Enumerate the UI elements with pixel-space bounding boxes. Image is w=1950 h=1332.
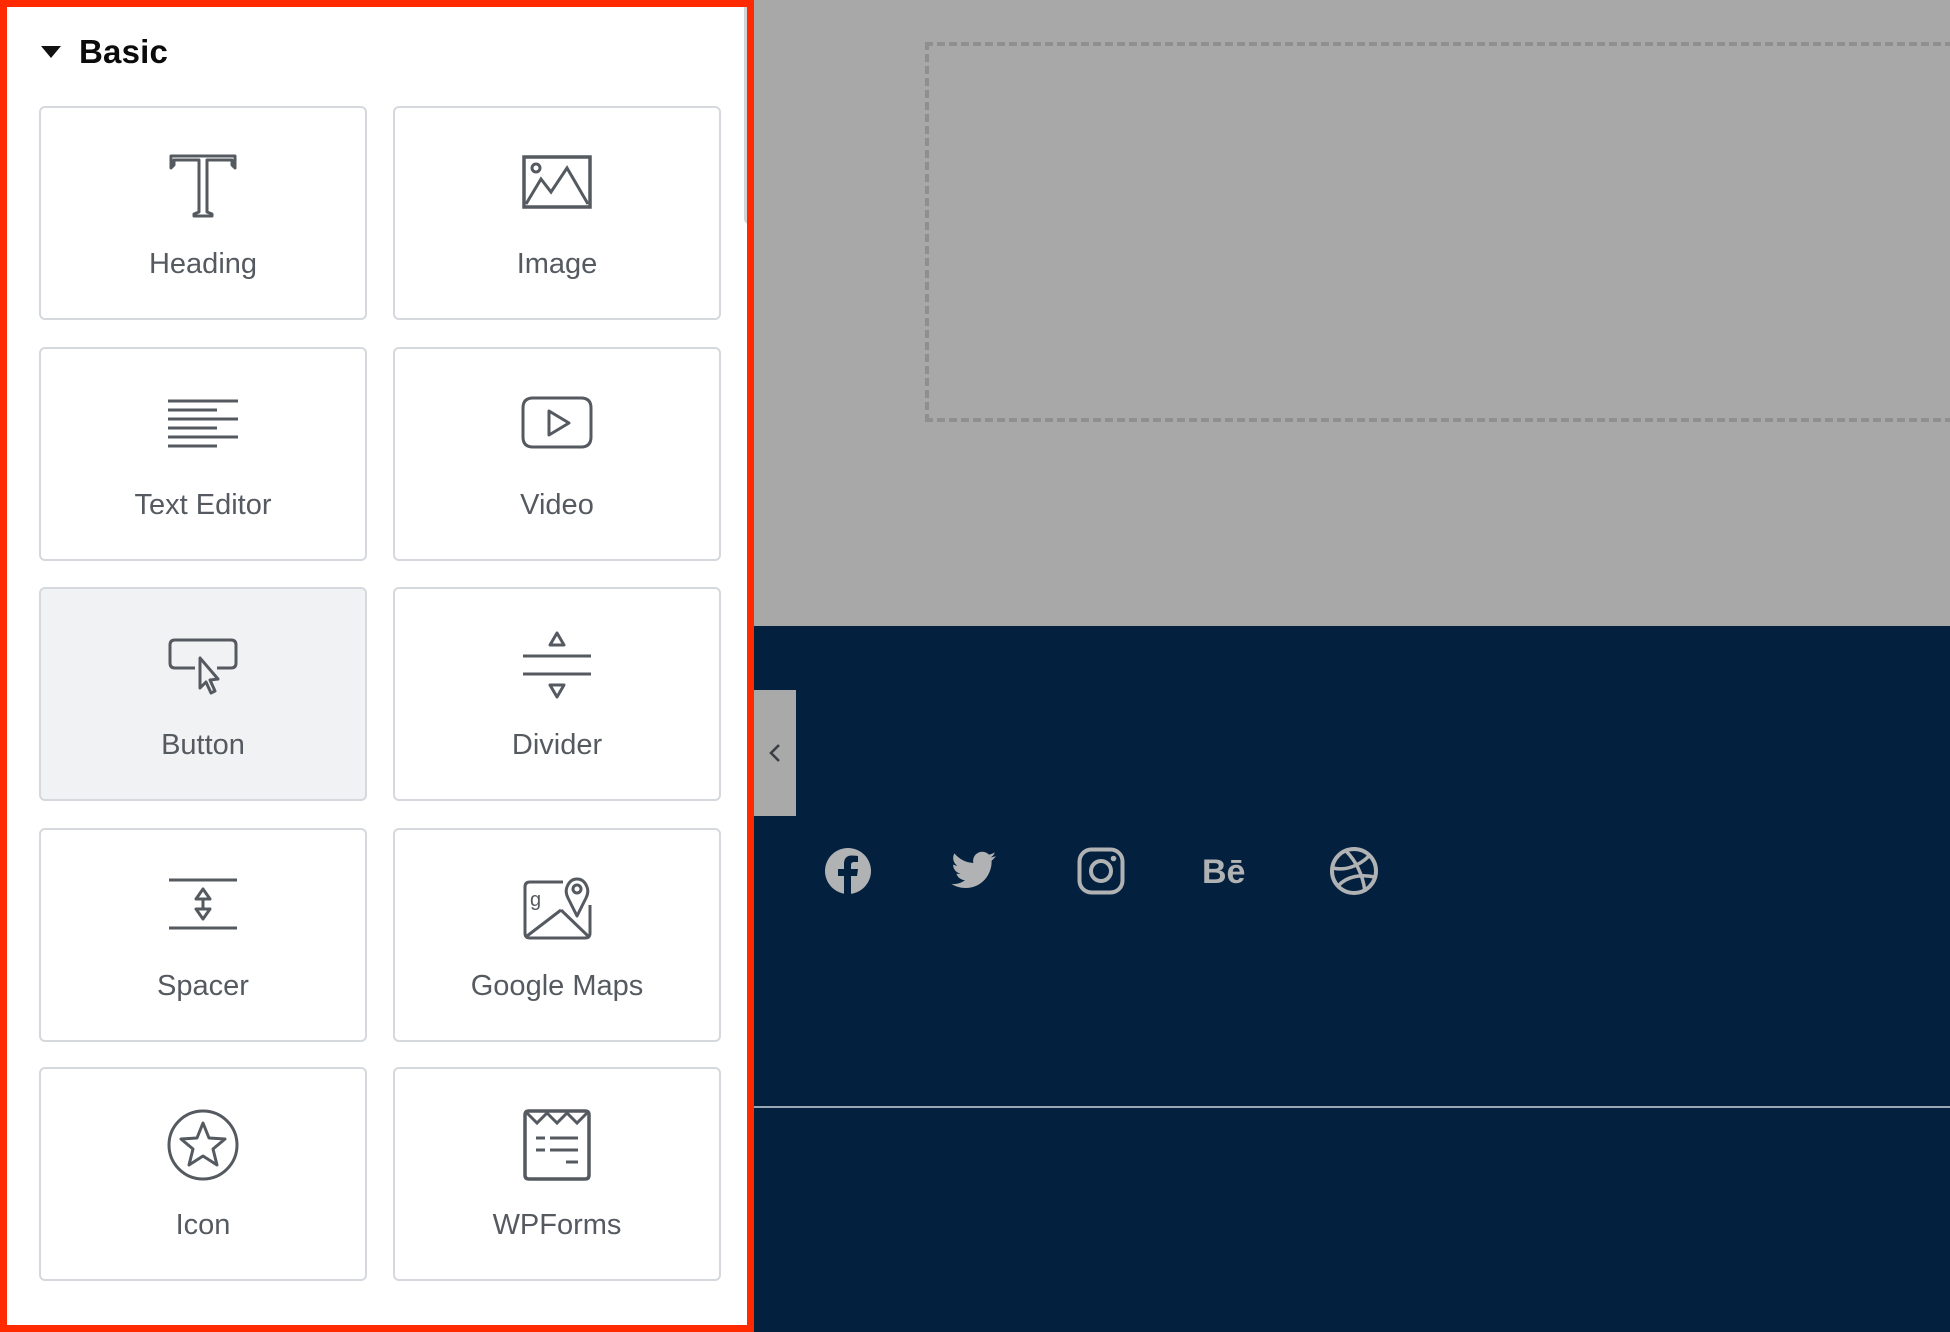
widget-wpforms[interactable]: WPForms: [393, 1067, 721, 1281]
google-maps-icon: g: [519, 868, 595, 944]
panel-collapse-toggle[interactable]: [754, 690, 796, 816]
widget-divider[interactable]: Divider: [393, 587, 721, 801]
star-icon: [165, 1107, 241, 1183]
spacer-icon: [165, 868, 241, 944]
empty-drop-zone[interactable]: [925, 42, 1950, 422]
text-editor-icon: [165, 387, 241, 463]
widget-label: Button: [161, 729, 245, 761]
widget-label: Image: [516, 248, 598, 280]
instagram-icon: [1077, 847, 1125, 895]
twitter-icon: [951, 851, 996, 888]
social-facebook[interactable]: [823, 846, 873, 896]
social-instagram[interactable]: [1076, 846, 1126, 896]
caret-down-icon: [41, 46, 61, 58]
widgets-panel: Basic Heading Image Text Editor Video Bu…: [0, 0, 754, 1332]
widget-heading[interactable]: Heading: [39, 106, 367, 320]
social-twitter[interactable]: [949, 846, 999, 896]
widget-icon[interactable]: Icon: [39, 1067, 367, 1281]
chevron-left-icon: [769, 744, 780, 762]
svg-text:g: g: [530, 889, 541, 911]
widget-image[interactable]: Image: [393, 106, 721, 320]
widget-label: Icon: [175, 1209, 231, 1241]
widget-label: Spacer: [157, 970, 249, 1002]
image-icon: [519, 146, 595, 222]
footer-section: [754, 626, 1950, 1332]
svg-text:Bē: Bē: [1202, 853, 1245, 891]
widget-spacer[interactable]: Spacer: [39, 828, 367, 1042]
wpforms-icon: [519, 1107, 595, 1183]
widget-label: Divider: [511, 729, 603, 761]
behance-icon: Bē: [1202, 853, 1245, 891]
widget-label: Text Editor: [134, 489, 272, 521]
footer-divider-line: [754, 1106, 1950, 1108]
dribbble-icon: [1330, 847, 1378, 895]
widget-label: Video: [520, 489, 594, 521]
widget-button[interactable]: Button: [39, 587, 367, 801]
social-dribbble[interactable]: [1329, 846, 1379, 896]
video-icon: [519, 387, 595, 463]
widget-label: Heading: [148, 248, 258, 280]
widget-google-maps[interactable]: g Google Maps: [393, 828, 721, 1042]
panel-scrollbar[interactable]: [744, 7, 747, 224]
widget-label: Google Maps: [470, 970, 644, 1002]
social-behance[interactable]: Bē: [1202, 846, 1252, 896]
heading-icon: [165, 146, 241, 222]
facebook-icon: [825, 848, 871, 894]
divider-icon: [519, 627, 595, 703]
widget-label: WPForms: [492, 1209, 622, 1241]
section-title: Basic: [79, 33, 169, 70]
button-icon: [165, 627, 241, 703]
section-header-basic[interactable]: Basic: [41, 27, 168, 77]
widget-text-editor[interactable]: Text Editor: [39, 347, 367, 561]
widget-video[interactable]: Video: [393, 347, 721, 561]
